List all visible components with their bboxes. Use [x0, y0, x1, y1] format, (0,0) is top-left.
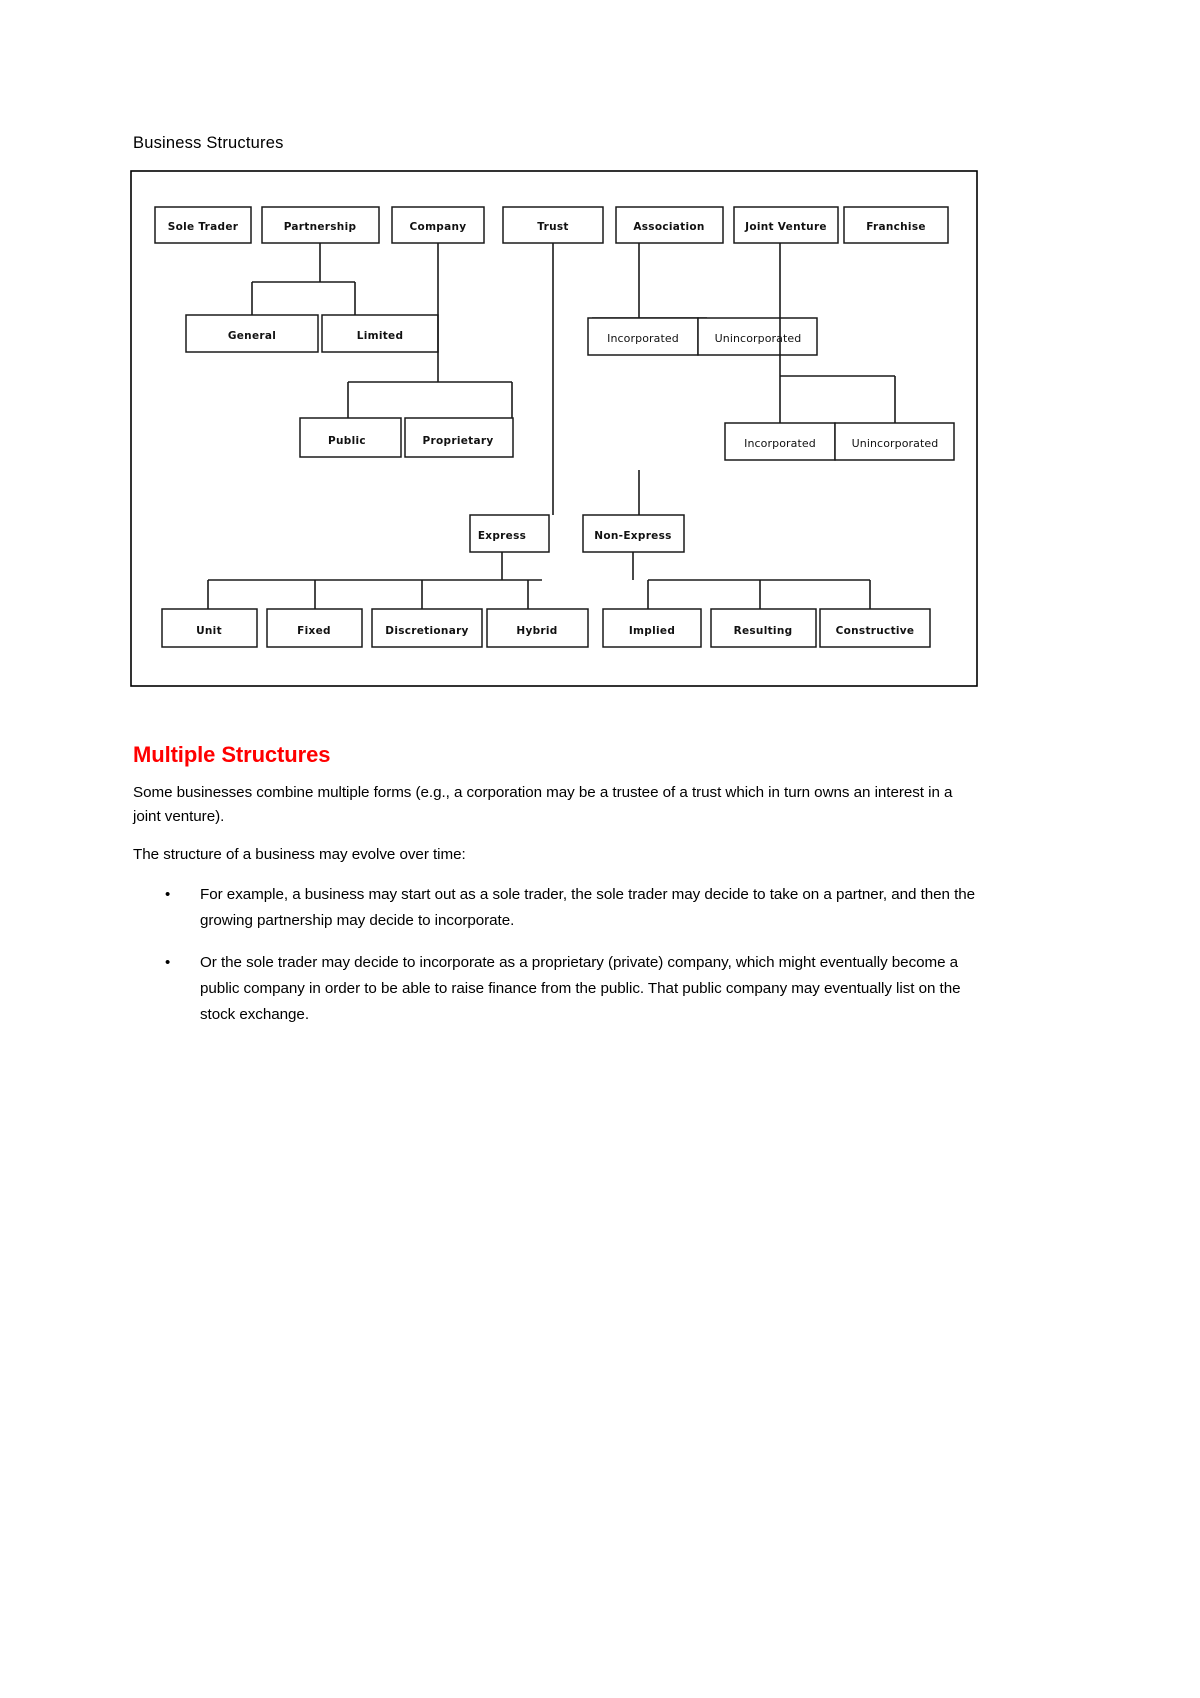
- association-children-nodes: Incorporated Unincorporated: [587, 317, 818, 356]
- paragraph-1: Some businesses combine multiple forms (…: [133, 784, 953, 825]
- bullet-dot-icon: •: [165, 953, 171, 971]
- node-resulting-label: Resulting: [734, 625, 793, 637]
- bullet-dot-icon: •: [165, 885, 171, 903]
- node-public-label: Public: [328, 435, 366, 447]
- node-non-express-label: Non-Express: [594, 530, 671, 542]
- company-children-nodes: Public Proprietary: [299, 417, 514, 458]
- list-item: • For example, a business may start out …: [133, 882, 978, 934]
- section-heading: Multiple Structures: [133, 742, 331, 767]
- node-proprietary-label: Proprietary: [423, 435, 494, 447]
- list-item-text: For example, a business may start out as…: [200, 885, 976, 929]
- list-item: • Or the sole trader may decide to incor…: [133, 950, 978, 1028]
- node-discretionary-label: Discretionary: [385, 625, 468, 637]
- node-implied-label: Implied: [629, 625, 675, 637]
- node-constructive-label: Constructive: [836, 625, 915, 637]
- node-partnership-label: Partnership: [284, 221, 357, 233]
- node-association-label: Association: [633, 221, 704, 233]
- partnership-children-nodes: General Limited: [185, 314, 439, 353]
- node-express-label: Express: [478, 530, 526, 542]
- bullet-list: • For example, a business may start out …: [133, 882, 978, 1029]
- page-title: Business Structures: [133, 134, 284, 152]
- express-children-nodes: Unit Fixed Discretionary Hybrid: [161, 608, 589, 648]
- node-joint-venture-label: Joint Venture: [744, 221, 827, 233]
- node-assoc-unincorporated-label: Unincorporated: [715, 332, 802, 345]
- node-jv-incorporated-label: Incorporated: [744, 437, 816, 450]
- document-page: Business Structures Sole Trader Partners…: [0, 0, 1200, 1698]
- node-limited-label: Limited: [357, 330, 404, 342]
- non-express-children-nodes: Implied Resulting Constructive: [602, 608, 931, 648]
- list-item-text: Or the sole trader may decide to incorpo…: [200, 953, 961, 1024]
- node-fixed-label: Fixed: [297, 625, 331, 637]
- node-company-label: Company: [410, 221, 467, 233]
- node-hybrid-label: Hybrid: [516, 625, 557, 637]
- paragraph-2: The structure of a business may evolve o…: [133, 846, 466, 864]
- multiple-structures-section: Multiple Structures Some businesses comb…: [133, 742, 978, 1044]
- node-unit-label: Unit: [196, 625, 222, 637]
- node-sole-trader-label: Sole Trader: [168, 221, 239, 233]
- tier1-nodes: Sole Trader Partnership Company Trust As…: [154, 206, 949, 244]
- node-franchise-label: Franchise: [866, 221, 926, 233]
- joint-venture-children-nodes: Incorporated Unincorporated: [724, 422, 955, 461]
- node-assoc-incorporated-label: Incorporated: [607, 332, 679, 345]
- node-general-label: General: [228, 330, 276, 342]
- node-jv-unincorporated-label: Unincorporated: [852, 437, 939, 450]
- node-trust-label: Trust: [537, 221, 568, 233]
- business-structures-diagram: Sole Trader Partnership Company Trust As…: [130, 170, 978, 687]
